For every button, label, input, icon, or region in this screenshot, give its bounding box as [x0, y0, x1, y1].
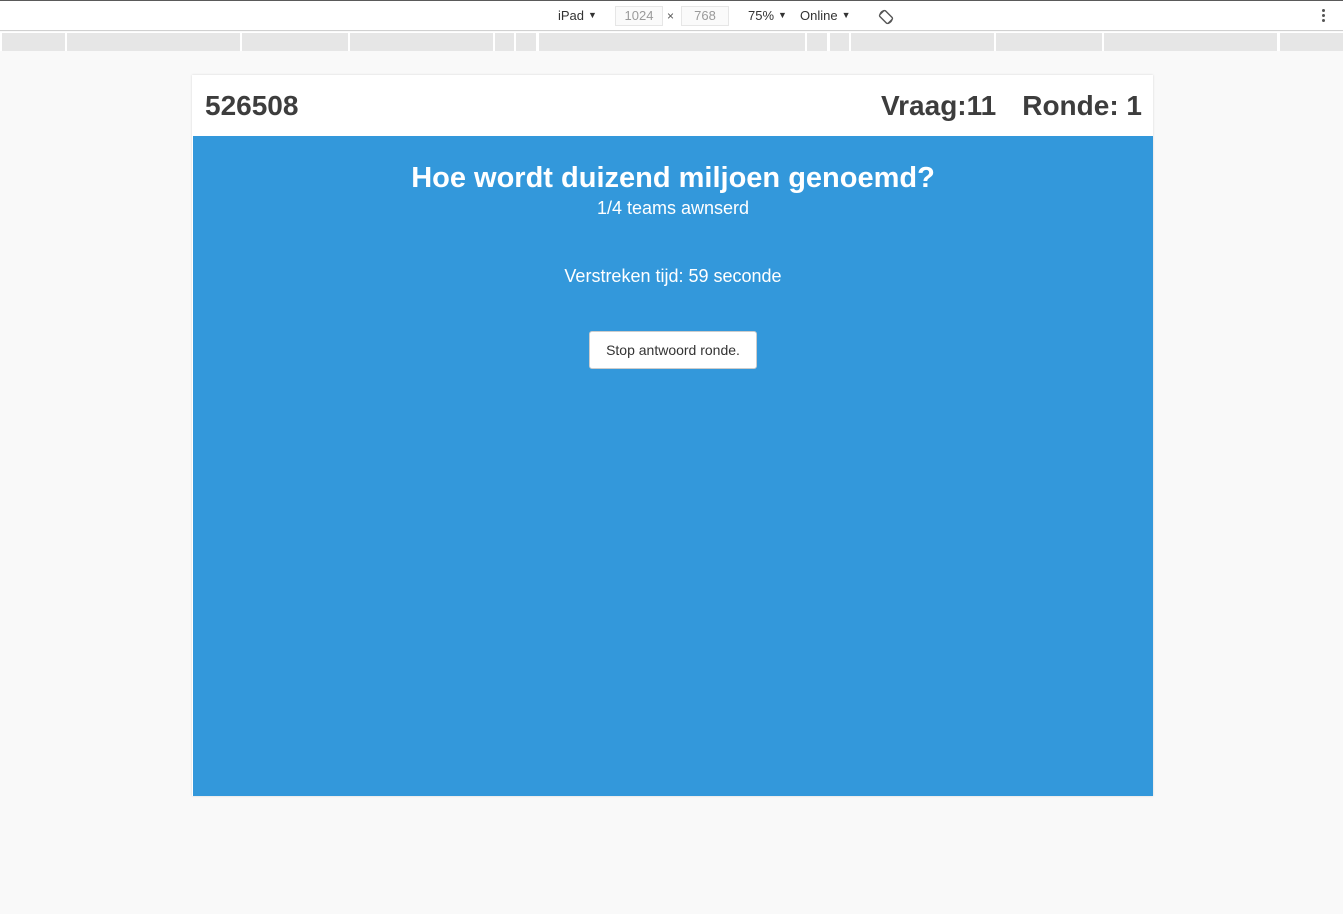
media-query-bar	[0, 32, 1343, 51]
media-query-segment[interactable]	[350, 33, 493, 51]
device-select[interactable]: iPad ▼	[558, 1, 597, 31]
dropdown-caret-icon: ▼	[778, 10, 787, 20]
width-input[interactable]: 1024	[615, 6, 663, 26]
media-query-segment[interactable]	[516, 33, 536, 51]
media-query-segment[interactable]	[495, 33, 514, 51]
media-query-segment[interactable]	[2, 33, 65, 51]
round-number: Ronde: 1	[1022, 90, 1142, 121]
app-header: 526508 Vraag:11 Ronde: 1	[192, 75, 1153, 136]
teams-answered: 1/4 teams awnserd	[596, 198, 750, 218]
media-query-segment[interactable]	[1280, 33, 1343, 51]
question-text: Hoe wordt duizend miljoen genoemd?	[411, 162, 935, 194]
elapsed-time: Verstreken tijd: 59 seconde	[193, 264, 1153, 288]
times-symbol: ×	[667, 9, 675, 23]
zoom-label: 75%	[748, 8, 775, 23]
header-status: Vraag:11 Ronde: 1	[881, 89, 1142, 123]
question-number: Vraag:11	[881, 90, 997, 121]
media-query-segment[interactable]	[1104, 33, 1277, 51]
media-query-segment[interactable]	[67, 33, 240, 51]
throttle-label: Online	[800, 8, 838, 23]
device-viewport: 526508 Vraag:11 Ronde: 1 Hoe wordt duizen…	[192, 75, 1153, 796]
media-query-segment[interactable]	[807, 33, 827, 51]
media-query-segment[interactable]	[242, 33, 348, 51]
media-query-segment[interactable]	[830, 33, 849, 51]
question-panel: Hoe wordt duizend miljoen genoemd? 1/4 t…	[193, 136, 1153, 796]
stop-answer-round-button[interactable]: Stop antwoord ronde.	[589, 331, 757, 369]
elapsed-label: Verstreken tijd:	[564, 266, 684, 286]
throttle-select[interactable]: Online ▼	[800, 1, 851, 31]
media-query-segment[interactable]	[851, 33, 994, 51]
dropdown-caret-icon: ▼	[841, 10, 851, 20]
more-options-icon[interactable]	[1316, 8, 1330, 26]
elapsed-value: 59 seconde	[688, 266, 782, 286]
dropdown-caret-icon: ▼	[588, 10, 597, 20]
zoom-select[interactable]: 75% ▼	[748, 1, 787, 31]
device-label: iPad	[558, 8, 585, 23]
height-input[interactable]: 768	[681, 6, 729, 26]
game-code: 526508	[205, 90, 299, 121]
rotate-icon[interactable]	[878, 9, 894, 25]
media-query-segment[interactable]	[996, 33, 1102, 51]
media-query-segment[interactable]	[539, 33, 805, 51]
devtools-device-toolbar: iPad ▼ 1024 × 768 75% ▼ Online ▼	[0, 0, 1343, 31]
